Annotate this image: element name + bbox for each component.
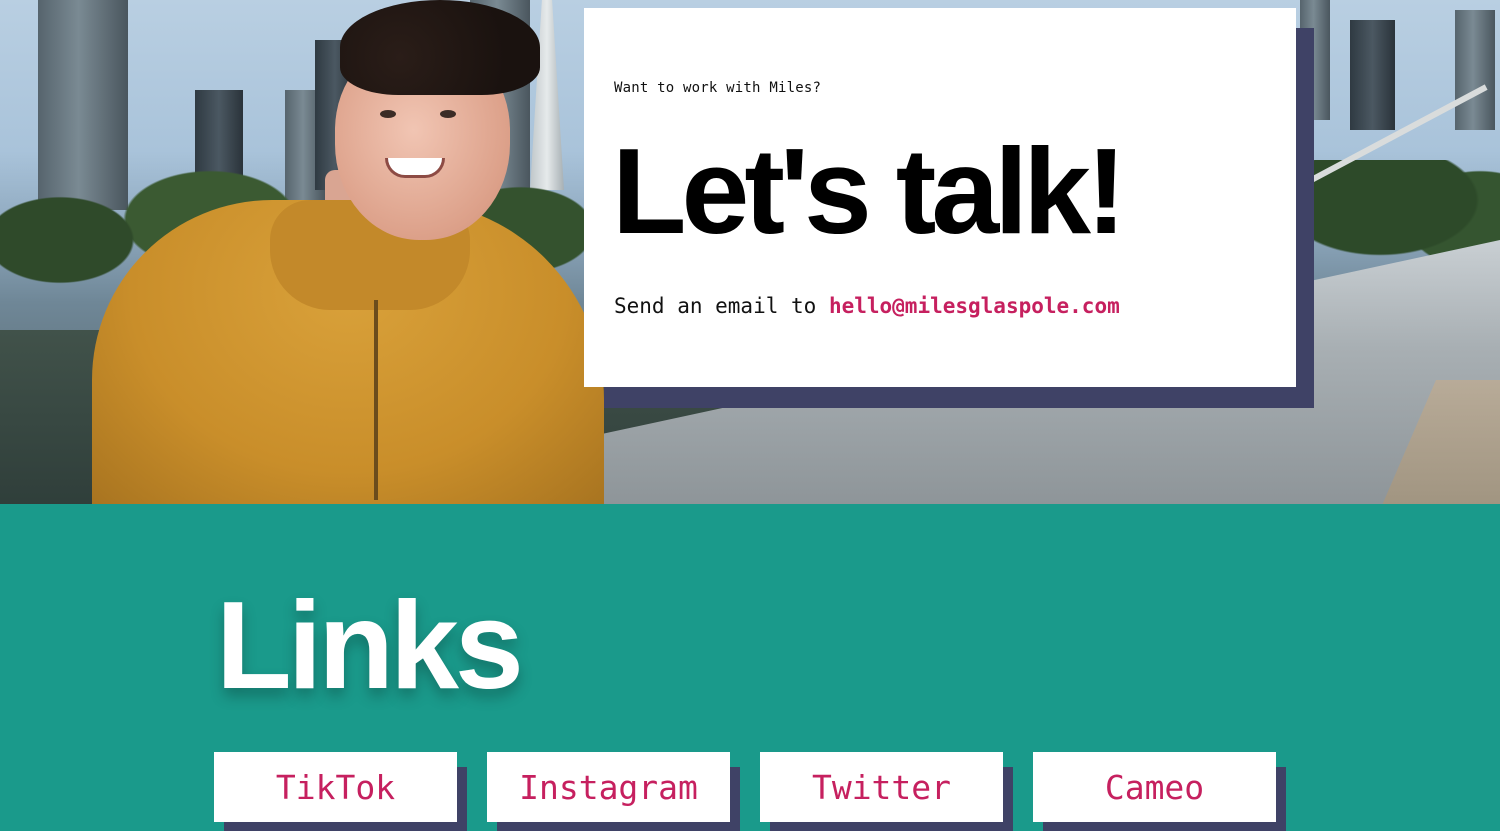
link-cameo-wrap: Cameo	[1033, 752, 1286, 831]
card-eyebrow: Want to work with Miles?	[614, 80, 822, 96]
eye	[440, 110, 456, 118]
tiktok-link-button[interactable]: TikTok	[214, 752, 457, 822]
cta-prefix: Send an email to	[614, 294, 829, 318]
skyscraper	[1455, 10, 1495, 130]
card-headline: Let's talk!	[612, 123, 1127, 259]
hair	[340, 0, 540, 95]
link-twitter-wrap: Twitter	[760, 752, 1013, 831]
skyscraper	[1350, 20, 1395, 130]
eye	[380, 110, 396, 118]
contact-card: Want to work with Miles? Let's talk! Sen…	[584, 8, 1296, 387]
portrait-person	[90, 0, 610, 504]
email-link[interactable]: hello@milesglaspole.com	[829, 294, 1120, 318]
card-cta: Send an email to hello@milesglaspole.com	[614, 294, 1120, 318]
link-instagram-wrap: Instagram	[487, 752, 740, 831]
zipper	[374, 300, 378, 500]
link-tiktok-wrap: TikTok	[214, 752, 467, 831]
links-section: Links TikTok Instagram Twitter Cameo	[0, 504, 1500, 831]
instagram-link-button[interactable]: Instagram	[487, 752, 730, 822]
cameo-link-button[interactable]: Cameo	[1033, 752, 1276, 822]
links-title: Links	[216, 577, 524, 715]
twitter-link-button[interactable]: Twitter	[760, 752, 1003, 822]
